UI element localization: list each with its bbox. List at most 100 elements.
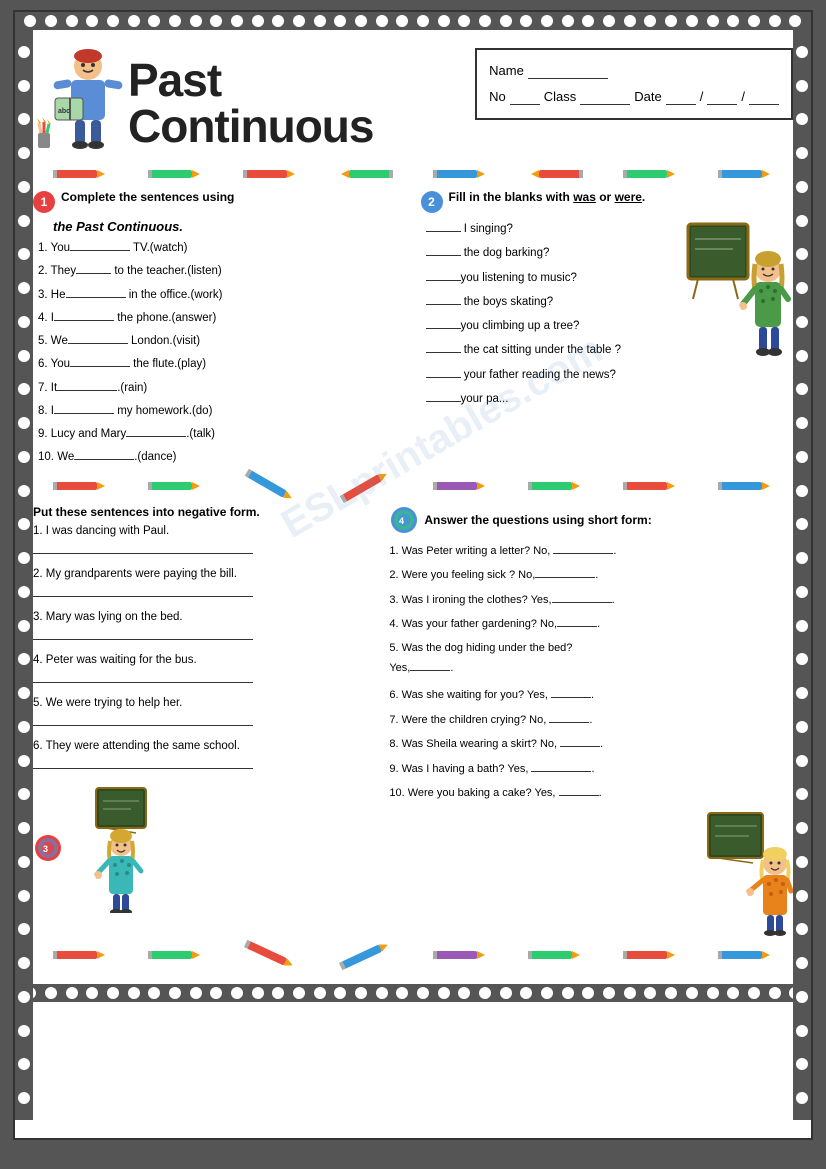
list-item: 1. You TV.(watch)	[38, 238, 406, 257]
answer-blank-3[interactable]	[33, 627, 253, 640]
ball-icon-4: 4	[389, 505, 419, 535]
short-ans-item: 3. Was I ironing the clothes? Yes,.	[389, 590, 793, 609]
info-box: Name No Class Date / /	[475, 48, 793, 120]
neg-item: 1. I was dancing with Paul.	[33, 525, 369, 554]
pencil-row-bottom	[33, 944, 793, 966]
top-border	[15, 12, 811, 30]
fill-item: you listening to music?	[426, 268, 679, 287]
list-item: 10. We.(dance)	[38, 447, 406, 466]
svg-text:3: 3	[43, 844, 48, 854]
fill-item: you climbing up a tree?	[426, 316, 679, 335]
answer-blank-1[interactable]	[33, 541, 253, 554]
pencil-r2-2	[148, 479, 203, 493]
class-field[interactable]	[580, 89, 630, 105]
pencil-2	[148, 167, 203, 181]
pencil-b5	[433, 948, 488, 962]
main-title: Past Continuous	[128, 57, 475, 149]
pencil-b4	[338, 937, 394, 973]
pencil-r2-4	[528, 479, 583, 493]
section3-list: 1. I was dancing with Paul. 2. My grandp…	[33, 525, 369, 769]
right-border	[793, 30, 811, 1120]
section2-circle: 2	[421, 191, 443, 213]
fill-item: the cat sitting under the table ?	[426, 340, 679, 359]
pencil-8	[718, 167, 773, 181]
section4-title: Answer the questions using short form:	[424, 513, 651, 527]
section4-list: 1. Was Peter writing a letter? No, . 2. …	[389, 541, 793, 802]
short-ans-item: 7. Were the children crying? No, .	[389, 710, 793, 729]
answer-blank-5[interactable]	[33, 713, 253, 726]
section3-title: Put these sentences into negative form.	[33, 505, 260, 519]
pencil-b6	[528, 948, 583, 962]
bottom-border	[15, 984, 811, 1002]
date-year[interactable]	[749, 89, 779, 105]
list-item: 4. I the phone.(answer)	[38, 308, 406, 327]
name-field[interactable]	[528, 63, 608, 79]
section1-circle: 1	[33, 191, 55, 213]
date-day[interactable]	[666, 89, 696, 105]
girl-illustration-1	[683, 219, 793, 413]
pencil-3	[243, 167, 298, 181]
pencil-b1	[53, 948, 108, 962]
pencil-b7	[623, 948, 678, 962]
section2-header: 2 Fill in the blanks with was or were.	[421, 189, 794, 213]
short-ans-item: 9. Was I having a bath? Yes, .	[389, 759, 793, 778]
pencil-row-1	[33, 163, 793, 185]
class-label: Class	[544, 84, 577, 110]
fill-item: the boys skating?	[426, 292, 679, 311]
worksheet-page: ESLprintables.com	[13, 10, 813, 1140]
section3-col: Put these sentences into negative form. …	[33, 505, 369, 938]
short-ans-item: 6. Was she waiting for you? Yes, .	[389, 685, 793, 704]
svg-text:abc: abc	[58, 108, 70, 115]
pencil-1	[53, 167, 108, 181]
answer-blank-4[interactable]	[33, 670, 253, 683]
section1-col: 1 Complete the sentences using the Past …	[33, 189, 406, 471]
page-content: ESLprintables.com	[33, 48, 793, 966]
section3-header: Put these sentences into negative form.	[33, 505, 369, 519]
pencil-r2-6	[718, 479, 773, 493]
neg-item: 6. They were attending the same school.	[33, 740, 369, 769]
short-ans-item: 1. Was Peter writing a letter? No, .	[389, 541, 793, 560]
section1-title: Complete the sentences using	[61, 189, 234, 206]
list-item: 5. We London.(visit)	[38, 331, 406, 350]
pencil-7	[623, 167, 678, 181]
date-month[interactable]	[707, 89, 737, 105]
header: abc	[33, 48, 793, 158]
svg-text:4: 4	[399, 516, 404, 526]
fill-item: the dog barking?	[426, 243, 679, 262]
neg-item: 5. We were trying to help her.	[33, 697, 369, 726]
pencil-row-2	[33, 475, 793, 497]
pencil-b2	[148, 948, 203, 962]
girl-illustration-3	[703, 808, 793, 938]
pencil-r2-3	[433, 479, 488, 493]
section2-col: 2 Fill in the blanks with was or were. I…	[421, 189, 794, 471]
answer-blank-6[interactable]	[33, 756, 253, 769]
section2-list: I singing? the dog barking? you listenin…	[426, 219, 679, 413]
pencil-6	[528, 167, 583, 181]
short-ans-item: 8. Was Sheila wearing a skirt? No, .	[389, 734, 793, 753]
title-area: abc	[33, 48, 475, 158]
left-border	[15, 30, 33, 1120]
answer-blank-2[interactable]	[33, 584, 253, 597]
short-ans-item: 2. Were you feeling sick ? No,.	[389, 565, 793, 584]
pencil-r2-cross	[243, 466, 298, 506]
boy-illustration: abc	[33, 48, 123, 158]
short-ans-item: 4. Was your father gardening? No,.	[389, 614, 793, 633]
name-label: Name	[489, 58, 524, 84]
girl-illustration-3-container	[389, 808, 793, 938]
no-field[interactable]	[510, 89, 540, 105]
name-line: Name	[489, 58, 779, 84]
list-item: 7. It.(rain)	[38, 378, 406, 397]
details-line: No Class Date / /	[489, 84, 779, 110]
pencil-4	[338, 167, 393, 181]
list-item: 6. You the flute.(play)	[38, 354, 406, 373]
fill-item: your father reading the news?	[426, 365, 679, 384]
list-item: 8. I my homework.(do)	[38, 401, 406, 420]
section2-title: Fill in the blanks with was or were.	[449, 189, 646, 206]
fill-item: I singing?	[426, 219, 679, 238]
section1-header: 1 Complete the sentences using	[33, 189, 406, 213]
neg-item: 4. Peter was waiting for the bus.	[33, 654, 369, 683]
section1-subtitle: the Past Continuous.	[53, 219, 406, 234]
fill-item: your pa...	[426, 389, 679, 408]
pencil-r2-cross2	[338, 466, 393, 506]
pencil-5	[433, 167, 488, 181]
